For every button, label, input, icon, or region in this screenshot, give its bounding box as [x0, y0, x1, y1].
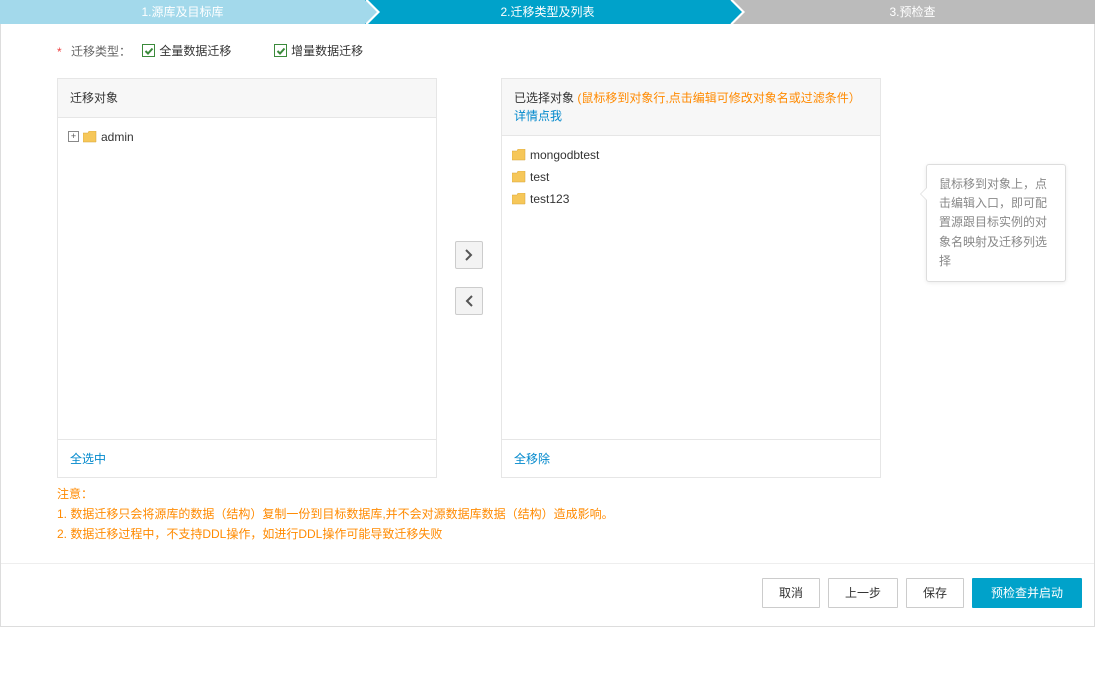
prev-button[interactable]: 上一步 [828, 578, 898, 608]
main-content: * 迁移类型： 全量数据迁移 增量数据迁移 迁移对象 + [0, 24, 1095, 627]
tree-node-root[interactable]: + admin [68, 126, 426, 148]
expand-icon[interactable]: + [68, 131, 79, 142]
step-2: 2.迁移类型及列表 [365, 0, 730, 24]
folder-icon [512, 149, 526, 161]
selected-panel-title: 已选择对象 [514, 91, 574, 105]
source-panel-title: 迁移对象 [58, 79, 436, 118]
tree-node-label: admin [101, 130, 134, 144]
list-item-label: test123 [530, 192, 569, 206]
folder-icon [83, 131, 97, 143]
transfer-controls [437, 78, 501, 478]
migration-type-label: 迁移类型： [71, 45, 131, 59]
notes-header: 注意： [57, 484, 1038, 504]
note-2: 2. 数据迁移过程中，不支持DDL操作，如进行DDL操作可能导致迁移失败 [57, 524, 1038, 544]
list-item-label: test [530, 170, 549, 184]
wizard-steps: 1.源库及目标库 2.迁移类型及列表 3.预检查 [0, 0, 1095, 24]
step-1[interactable]: 1.源库及目标库 [0, 0, 365, 24]
selected-panel-hint: (鼠标移到对象行,点击编辑可修改对象名或过滤条件） [577, 91, 860, 105]
source-objects-panel: 迁移对象 + admin 全选中 [57, 78, 437, 478]
check-icon [142, 44, 155, 57]
footer-actions: 取消 上一步 保存 预检查并启动 [1, 563, 1094, 608]
list-item[interactable]: test123 [512, 188, 870, 210]
selected-panel-footer: 全移除 [502, 439, 880, 477]
note-1: 1. 数据迁移只会将源库的数据（结构）复制一份到目标数据库,并不会对源数据库数据… [57, 504, 1038, 524]
required-marker: * [57, 45, 62, 59]
list-item[interactable]: test [512, 166, 870, 188]
tooltip-text: 鼠标移到对象上，点击编辑入口，即可配置源跟目标实例的对象名映射及迁移列选择 [939, 177, 1047, 268]
remove-all-link[interactable]: 全移除 [514, 452, 550, 466]
step-1-label: 1.源库及目标库 [141, 5, 223, 19]
help-tooltip: 鼠标移到对象上，点击编辑入口，即可配置源跟目标实例的对象名映射及迁移列选择 [926, 164, 1066, 282]
list-item-label: mongodbtest [530, 148, 599, 162]
folder-icon [512, 193, 526, 205]
cancel-button[interactable]: 取消 [762, 578, 820, 608]
selected-tree: mongodbtest test test123 [502, 136, 880, 439]
migration-type-row: * 迁移类型： 全量数据迁移 增量数据迁移 [1, 24, 1094, 78]
step-3: 3.预检查 [730, 0, 1095, 24]
selected-objects-panel: 已选择对象 (鼠标移到对象行,点击编辑可修改对象名或过滤条件） 详情点我 mon… [501, 78, 881, 478]
precheck-start-button[interactable]: 预检查并启动 [972, 578, 1082, 608]
checkbox-full-migration[interactable]: 全量数据迁移 [142, 42, 231, 59]
checkbox-incremental-label: 增量数据迁移 [291, 42, 363, 59]
checkbox-incremental-migration[interactable]: 增量数据迁移 [274, 42, 363, 59]
list-item[interactable]: mongodbtest [512, 144, 870, 166]
move-right-button[interactable] [455, 241, 483, 269]
move-left-button[interactable] [455, 287, 483, 315]
step-3-label: 3.预检查 [889, 5, 935, 19]
step-2-label: 2.迁移类型及列表 [500, 5, 594, 19]
selected-panel-header: 已选择对象 (鼠标移到对象行,点击编辑可修改对象名或过滤条件） 详情点我 [502, 79, 880, 136]
notes-block: 注意： 1. 数据迁移只会将源库的数据（结构）复制一份到目标数据库,并不会对源数… [1, 478, 1094, 545]
source-panel-footer: 全选中 [58, 439, 436, 477]
detail-link[interactable]: 详情点我 [514, 109, 562, 123]
select-all-link[interactable]: 全选中 [70, 452, 106, 466]
source-tree: + admin [58, 118, 436, 439]
folder-icon [512, 171, 526, 183]
save-button[interactable]: 保存 [906, 578, 964, 608]
checkbox-full-label: 全量数据迁移 [159, 42, 231, 59]
check-icon [274, 44, 287, 57]
